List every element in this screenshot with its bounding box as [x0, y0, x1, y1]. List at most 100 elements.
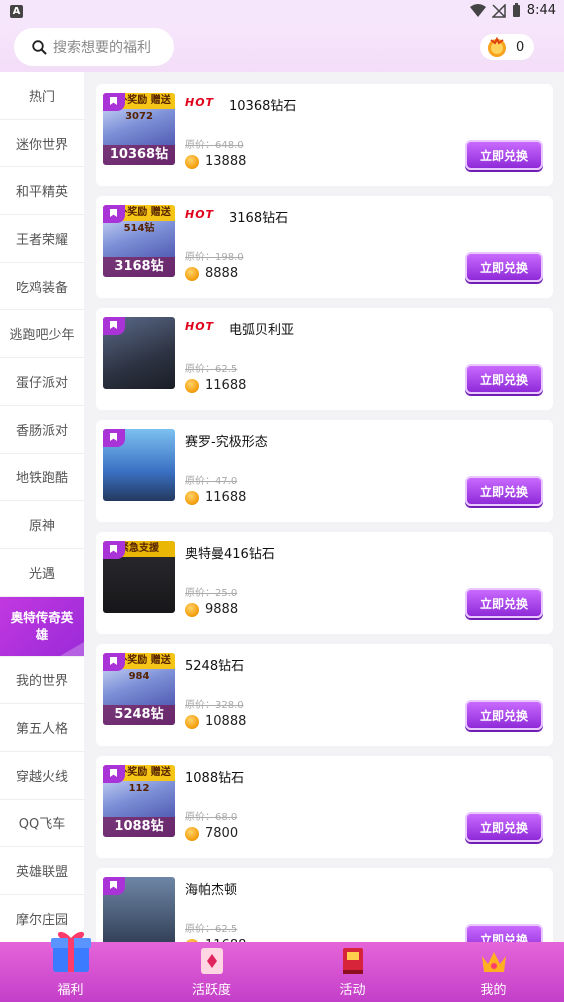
product-name: 1088钻石 — [185, 771, 245, 786]
gift-icon — [50, 931, 91, 972]
original-price: 原价：25.0 — [185, 588, 238, 599]
thumbnail-label: 5248钻 — [103, 705, 175, 725]
sidebar-item[interactable]: 第五人格 — [0, 704, 84, 752]
product-name: 海帕杰顿 — [185, 883, 238, 898]
sidebar-item[interactable]: 光遇 — [0, 549, 84, 597]
product-thumbnail: 额外奖励 赠送984 5248钻 — [103, 653, 175, 725]
thumbnail-label: 3168钻 — [103, 257, 175, 277]
sidebar-item[interactable]: 我的世界 — [0, 657, 84, 705]
sidebar-item[interactable]: 地铁跑酷 — [0, 454, 84, 502]
hot-badge: HOT — [185, 320, 215, 333]
nav-events[interactable]: 活动 — [282, 942, 423, 1002]
original-price: 原价：648.0 — [185, 140, 244, 151]
sidebar-item[interactable]: 热门 — [0, 72, 84, 120]
price-row: 10888 — [185, 714, 246, 729]
nav-activity[interactable]: 活跃度 — [141, 942, 282, 1002]
coin-balance[interactable]: 0 — [480, 34, 534, 60]
sidebar-item[interactable]: 蛋仔派对 — [0, 358, 84, 406]
sidebar-item[interactable]: 英雄联盟 — [0, 847, 84, 895]
product-thumbnail: 紧急支援 — [103, 541, 175, 613]
price-row: 11688 — [185, 378, 246, 393]
battery-icon — [512, 3, 520, 17]
coin-icon — [185, 378, 199, 393]
price-row: 11688 — [185, 490, 246, 505]
crown-icon — [481, 952, 506, 972]
status-time: 8:44 — [526, 3, 556, 18]
coin-icon — [185, 154, 199, 169]
product-name: 10368钻石 — [229, 99, 297, 114]
product-name: 3168钻石 — [229, 211, 289, 226]
bookmark-icon — [103, 765, 125, 783]
price-row: 9888 — [185, 602, 238, 617]
nav-label: 我的 — [480, 983, 507, 998]
status-icons: 8:44 — [469, 3, 556, 18]
product-card[interactable]: 海帕杰顿原价：62.511688立即兑换 — [96, 868, 553, 942]
redeem-button[interactable]: 立即兑换 — [465, 476, 543, 506]
coin-price: 9888 — [205, 602, 239, 617]
product-thumbnail — [103, 429, 175, 501]
sidebar-item[interactable]: 原神 — [0, 501, 84, 549]
product-card[interactable]: 额外奖励 赠送984 5248钻 5248钻石原价：328.0 10888 立即兑换 — [96, 644, 553, 746]
product-card[interactable]: 额外奖励 赠送3072 10368钻 HOT 10368钻石 原价：648.0 13888… — [96, 84, 553, 186]
original-price: 原价：198.0 — [185, 252, 244, 263]
product-card[interactable]: 额外奖励 赠送112 1088钻 1088钻石原价：68.0 7800 立即兑换 — [96, 756, 553, 858]
bookmark-icon — [103, 429, 125, 447]
nav-label: 活动 — [339, 983, 366, 998]
product-list[interactable]: 额外奖励 赠送3072 10368钻 HOT 10368钻石 原价：648.0 13888… — [84, 72, 564, 942]
coin-icon — [185, 826, 199, 841]
nav-label: 福利 — [57, 983, 84, 998]
nav-label: 活跃度 — [191, 983, 231, 998]
thumbnail-label: 1088钻 — [103, 817, 175, 837]
original-price: 原价：68.0 — [185, 812, 238, 823]
sidebar-item[interactable]: QQ飞车 — [0, 800, 84, 848]
product-thumbnail: 额外奖励 赠送3072 10368钻 — [103, 93, 175, 165]
nav-welfare[interactable]: 福利 — [0, 931, 141, 1002]
search-input[interactable]: 搜索想要的福利 — [14, 28, 174, 66]
sidebar-item[interactable]: 吃鸡装备 — [0, 263, 84, 311]
redeem-button[interactable]: 立即兑换 — [465, 924, 543, 942]
bookmark-icon — [103, 93, 125, 111]
hot-badge: HOT — [185, 208, 215, 221]
coin-price: 8888 — [205, 266, 239, 281]
original-price: 原价：328.0 — [185, 700, 244, 711]
category-sidebar: 热门 迷你世界 和平精英 王者荣耀 吃鸡装备 逃跑吧少年 蛋仔派对 香肠派对 地铁跑酷 原神 光遇奥… — [0, 72, 84, 942]
coin-bag-icon — [488, 36, 506, 57]
product-name: 赛罗-究极形态 — [185, 435, 268, 450]
redeem-button[interactable]: 立即兑换 — [465, 252, 543, 282]
sidebar-item[interactable]: 和平精英 — [0, 167, 84, 216]
bookmark-icon — [103, 653, 125, 671]
coin-price: 7800 — [205, 826, 239, 841]
product-card[interactable]: HOT 电弧贝利亚原价：62.5 11688 立即兑换 — [96, 308, 553, 410]
redeem-button[interactable]: 立即兑换 — [465, 140, 543, 170]
search-icon — [32, 39, 47, 54]
card-icon — [200, 948, 223, 974]
product-name: 奥特曼416钻石 — [185, 547, 275, 562]
sidebar-item[interactable]: 穿越火线 — [0, 752, 84, 800]
original-price: 原价：62.5 — [185, 924, 238, 935]
redeem-button[interactable]: 立即兑换 — [465, 700, 543, 730]
product-card[interactable]: 额外奖励 赠送514钻 3168钻 HOT 3168钻石 原价：198.0 8888 立即兑… — [96, 196, 553, 298]
nav-mine[interactable]: 我的 — [423, 942, 564, 1002]
sidebar-item[interactable]: 王者荣耀 — [0, 215, 84, 263]
sidebar-item[interactable]: 逃跑吧少年 — [0, 310, 84, 359]
sidebar-item[interactable]: 奥特传奇英雄 — [0, 596, 84, 657]
coin-price: 10888 — [205, 714, 247, 729]
product-name: 电弧贝利亚 — [229, 323, 295, 338]
original-price: 原价：62.5 — [185, 364, 238, 375]
product-card[interactable]: 紧急支援 奥特曼416钻石原价：25.0 9888 立即兑换 — [96, 532, 553, 634]
bookmark-icon — [103, 317, 125, 335]
sidebar-item[interactable]: 迷你世界 — [0, 120, 84, 168]
book-icon — [342, 948, 363, 974]
product-name: 5248钻石 — [185, 659, 245, 674]
bottom-nav: 福利 活跃度 活动 我的 — [0, 931, 564, 1002]
product-thumbnail: 额外奖励 赠送112 1088钻 — [103, 765, 175, 837]
redeem-button[interactable]: 立即兑换 — [465, 588, 543, 618]
product-card[interactable]: 赛罗-究极形态 原价：47.0 11688 立即兑换 — [96, 420, 553, 522]
coin-count: 0 — [516, 39, 525, 55]
no-signal-icon — [491, 3, 506, 18]
bookmark-icon — [103, 541, 125, 559]
redeem-button[interactable]: 立即兑换 — [465, 812, 543, 842]
redeem-button[interactable]: 立即兑换 — [465, 364, 543, 394]
price-row: 8888 — [185, 266, 238, 281]
sidebar-item[interactable]: 香肠派对 — [0, 406, 84, 454]
